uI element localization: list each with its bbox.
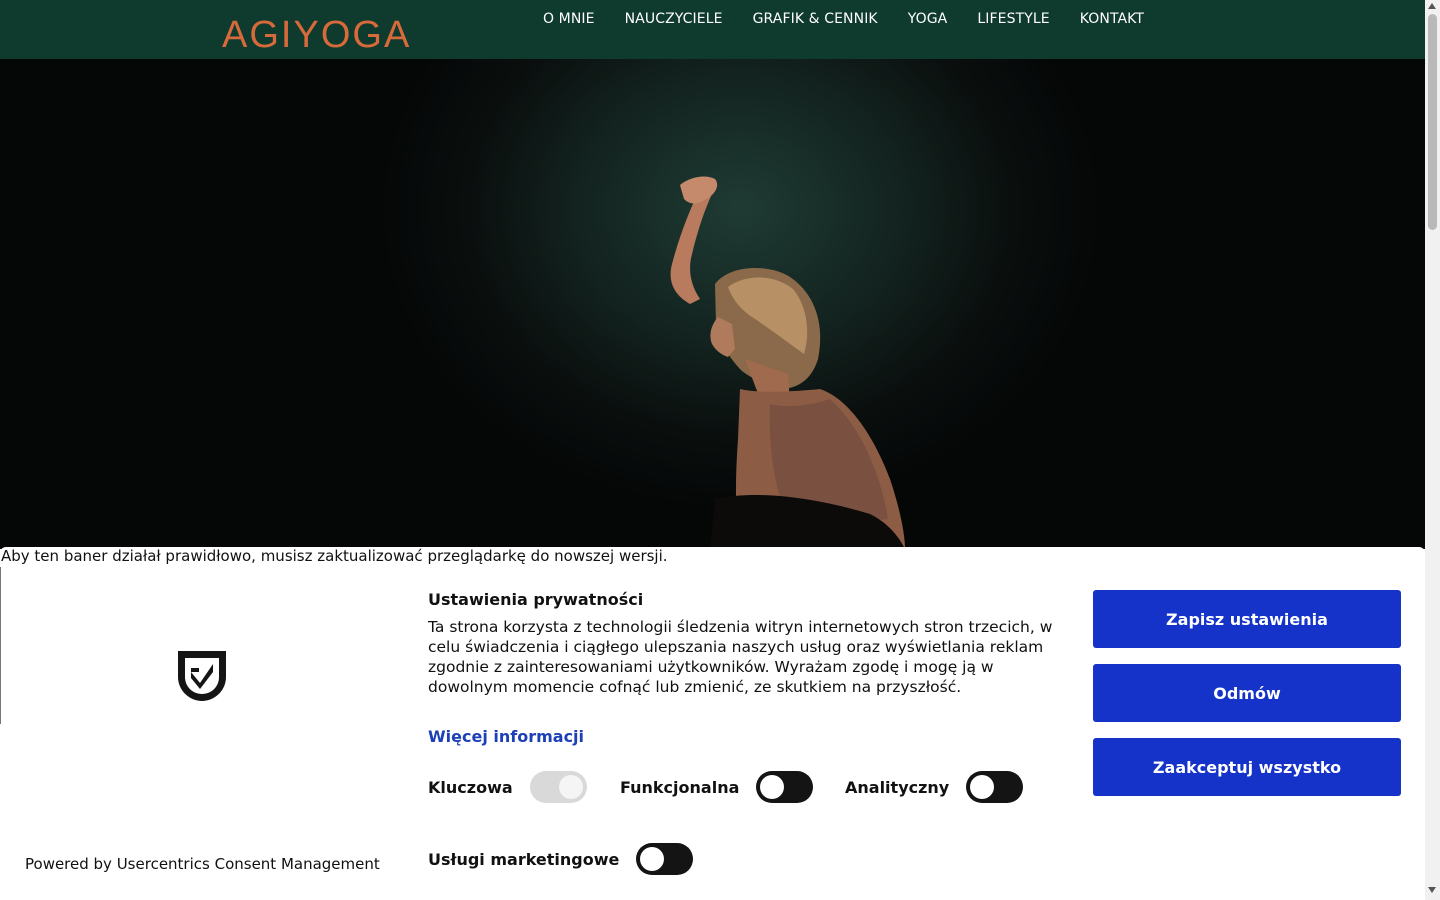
accept-all-button[interactable]: Zaakceptuj wszystko <box>1093 738 1401 796</box>
save-settings-button[interactable]: Zapisz ustawienia <box>1093 590 1401 648</box>
nav-item-nauczyciele[interactable]: NAUCZYCIELE <box>610 11 738 27</box>
shield-check-icon <box>178 651 226 701</box>
main-nav: O MNIE NAUCZYCIELE GRAFIK & CENNIK YOGA … <box>528 0 1159 58</box>
banner-title: Ustawienia prywatności <box>428 590 644 609</box>
powered-by-text: Powered by Usercentrics Consent Manageme… <box>25 855 380 873</box>
toggle-label: Kluczowa <box>428 777 513 797</box>
more-info-link[interactable]: Więcej informacji <box>428 727 584 746</box>
funkcjonalna-switch[interactable] <box>756 771 814 803</box>
deny-button[interactable]: Odmów <box>1093 664 1401 722</box>
banner-description: Ta strona korzysta z technologii śledzen… <box>428 618 1053 696</box>
toggle-kluczowa: Kluczowa <box>428 771 587 803</box>
consent-banner: Aby ten baner działał prawidłowo, musisz… <box>0 547 1425 900</box>
scroll-down-arrow-icon[interactable] <box>1428 887 1436 893</box>
scroll-up-arrow-icon[interactable] <box>1428 3 1436 9</box>
nav-item-grafik-cennik[interactable]: GRAFIK & CENNIK <box>738 11 893 27</box>
browser-update-note: Aby ten baner działał prawidłowo, musisz… <box>1 547 668 565</box>
nav-item-lifestyle[interactable]: LIFESTYLE <box>962 11 1064 27</box>
kluczowa-switch <box>529 771 587 803</box>
nav-item-kontakt[interactable]: KONTAKT <box>1065 11 1159 27</box>
toggle-funkcjonalna: Funkcjonalna <box>620 771 814 803</box>
toggle-analityczny: Analityczny <box>845 771 1024 803</box>
page-scrollbar[interactable] <box>1425 0 1440 900</box>
site-header: AGI Y OGA O MNIE NAUCZYCIELE GRAFIK & CEN… <box>0 0 1425 59</box>
logo-text: AGI <box>222 13 294 56</box>
hero-image <box>0 59 1425 549</box>
uslugi-marketingowe-switch[interactable] <box>636 843 694 875</box>
logo-sprout-icon: Y <box>293 13 321 56</box>
nav-item-yoga[interactable]: YOGA <box>893 11 963 27</box>
toggle-uslugi-marketingowe: Usługi marketingowe <box>428 843 694 875</box>
analityczny-switch[interactable] <box>966 771 1024 803</box>
toggle-label: Funkcjonalna <box>620 777 740 797</box>
toggle-label: Usługi marketingowe <box>428 849 620 869</box>
nav-item-o-mnie[interactable]: O MNIE <box>528 11 610 27</box>
scrollbar-thumb[interactable] <box>1428 14 1437 230</box>
yoga-woman-figure <box>670 176 905 549</box>
logo-text-end: OGA <box>320 13 412 56</box>
toggle-label: Analityczny <box>845 777 950 797</box>
site-logo[interactable]: AGI Y OGA <box>222 14 411 56</box>
banner-divider <box>0 567 1 724</box>
